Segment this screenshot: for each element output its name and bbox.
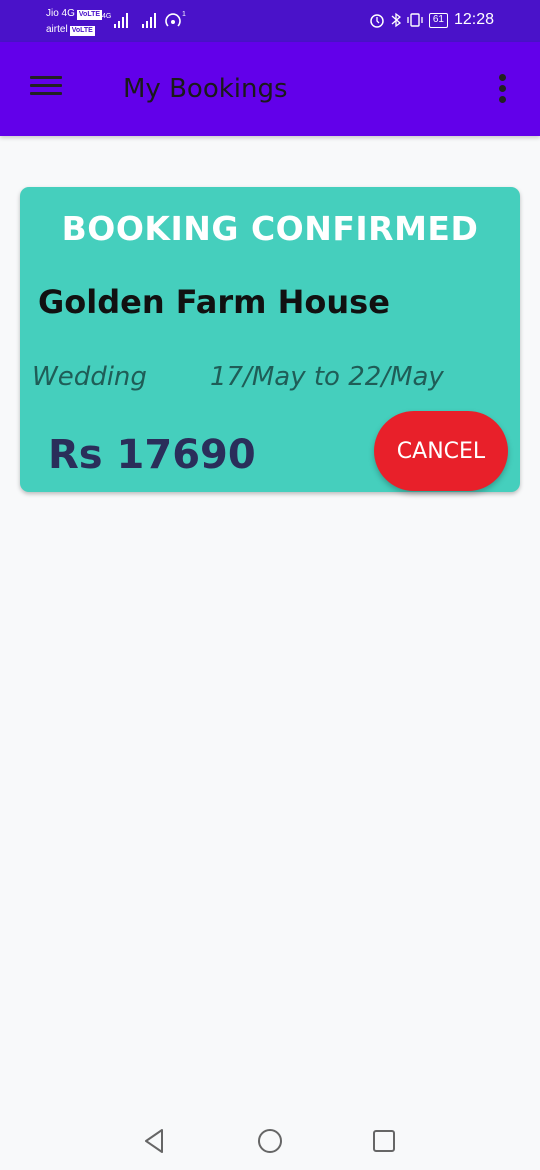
back-icon xyxy=(145,1129,163,1153)
svg-text:4G: 4G xyxy=(102,13,111,20)
hamburger-icon xyxy=(30,76,62,79)
clock: 12:28 xyxy=(453,11,494,28)
status-bar: Jio 4G VoLTE airtel VoLTE 4G 1 61 12:28 xyxy=(0,0,540,42)
venue-name: Golden Farm House xyxy=(38,283,390,321)
vibrate-icon xyxy=(407,13,423,27)
system-nav-bar xyxy=(0,1112,540,1170)
bluetooth-icon xyxy=(391,12,401,28)
event-type: Wedding xyxy=(32,362,147,392)
recents-button[interactable] xyxy=(369,1126,399,1156)
home-icon xyxy=(258,1129,282,1153)
app-bar: My Bookings xyxy=(0,42,540,136)
booking-price: Rs 17690 xyxy=(48,432,256,478)
back-button[interactable] xyxy=(139,1126,169,1156)
booking-card: BOOKING CONFIRMED Golden Farm House Wedd… xyxy=(20,187,520,492)
menu-button[interactable] xyxy=(26,72,66,106)
battery-icon: 61 xyxy=(428,12,448,28)
cancel-button[interactable]: CANCEL xyxy=(374,411,508,491)
status-right: 61 12:28 xyxy=(369,11,494,29)
booking-status: BOOKING CONFIRMED xyxy=(61,209,479,248)
recents-icon xyxy=(373,1130,395,1152)
booking-dates: 17/May to 22/May xyxy=(210,362,444,392)
alarm-icon xyxy=(370,14,384,28)
signal-icon: 4G xyxy=(102,13,128,28)
overflow-menu-button[interactable] xyxy=(490,72,514,108)
home-button[interactable] xyxy=(255,1126,285,1156)
carrier-1: Jio 4G VoLTE xyxy=(46,8,103,20)
page-title: My Bookings xyxy=(123,74,288,104)
carrier-2: airtel VoLTE xyxy=(46,24,95,36)
svg-text:1: 1 xyxy=(182,11,186,18)
more-vert-icon xyxy=(499,74,506,81)
hotspot-icon: 1 xyxy=(165,11,186,27)
signal-icon-2 xyxy=(142,13,156,28)
